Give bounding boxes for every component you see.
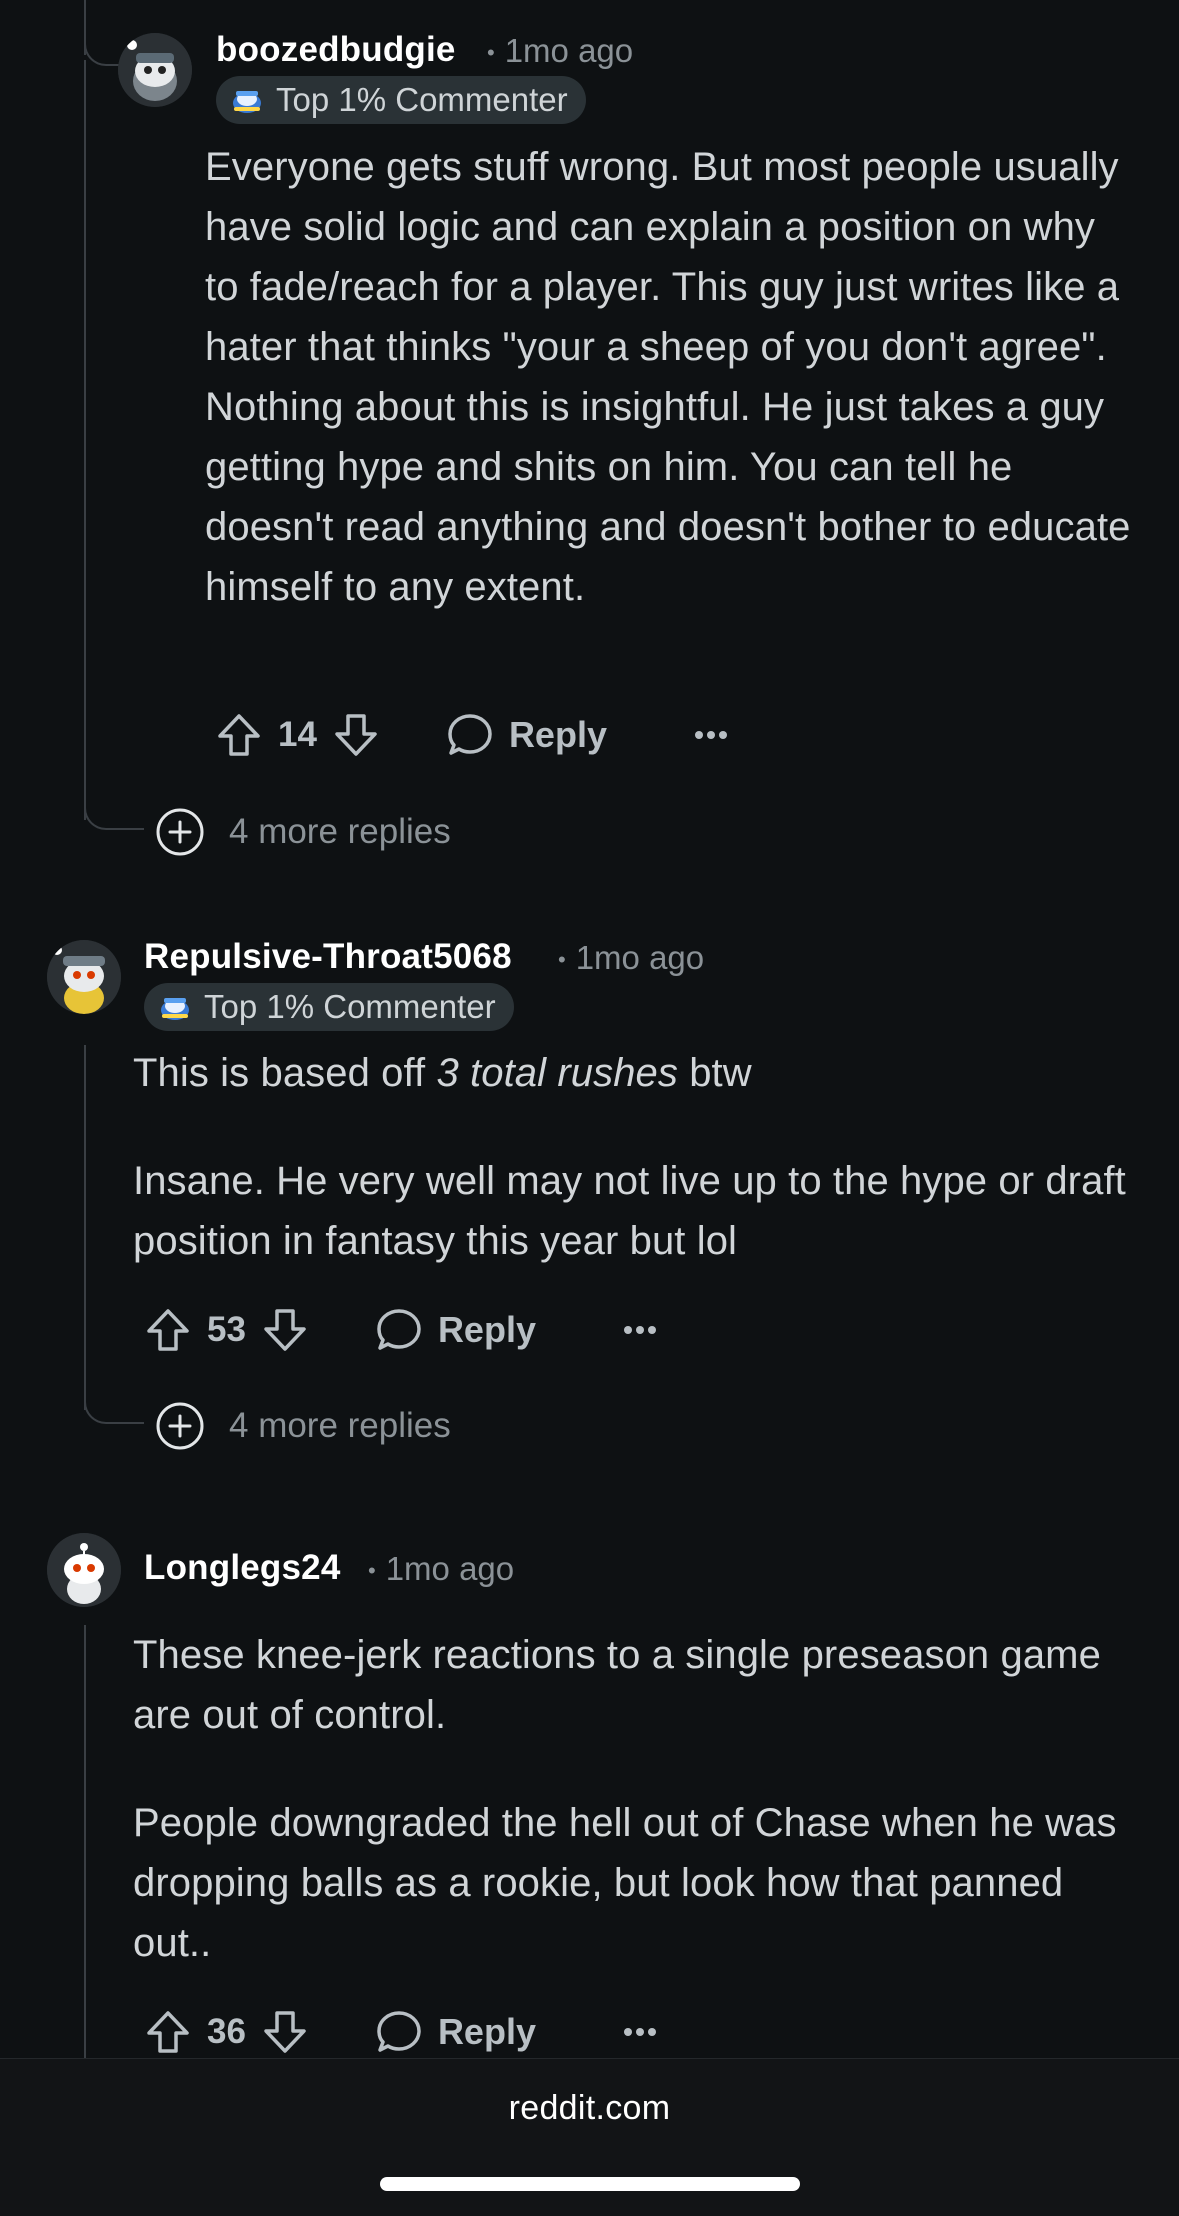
comment-timestamp: • 1mo ago	[354, 1550, 514, 1588]
comment-actions: 14 Reply	[214, 705, 729, 765]
snoo-flair-icon	[161, 998, 189, 1020]
vote-count: 36	[207, 2012, 246, 2051]
timestamp-text: 1mo ago	[575, 939, 705, 976]
comment-username[interactable]: Longlegs24	[144, 1548, 340, 1588]
comment-timestamp: • 1mo ago	[544, 939, 704, 977]
speech-bubble-icon[interactable]	[374, 1305, 424, 1355]
paragraph-spacer	[133, 1103, 1133, 1151]
snoo-avatar-icon	[47, 1533, 121, 1607]
separator-dot: •	[487, 40, 495, 66]
comment-body: Everyone gets stuff wrong. But most peop…	[205, 137, 1135, 617]
comment-username[interactable]: boozedbudgie	[216, 30, 456, 70]
separator-dot: •	[368, 1558, 376, 1584]
more-replies-button[interactable]: 4 more replies	[155, 1401, 451, 1451]
timestamp-text: 1mo ago	[504, 32, 634, 69]
comment-paragraph: Insane. He very well may not live up to …	[133, 1159, 1126, 1263]
timestamp-text: 1mo ago	[385, 1550, 515, 1587]
separator-dot: •	[558, 947, 566, 973]
comment-username[interactable]: Repulsive-Throat5068	[144, 937, 512, 977]
avatar[interactable]	[47, 1533, 121, 1607]
more-replies-label[interactable]: 4 more replies	[229, 812, 451, 852]
snoo-avatar-icon	[47, 940, 121, 1014]
comment-paragraph: These knee-jerk reactions to a single pr…	[133, 1633, 1101, 1737]
avatar[interactable]	[118, 33, 192, 107]
flair-label: Top 1% Commenter	[204, 988, 496, 1025]
reply-button[interactable]: Reply	[438, 2011, 536, 2053]
plus-circle-icon[interactable]	[155, 807, 205, 857]
user-flair: Top 1% Commenter	[144, 983, 514, 1031]
comment-paragraph: Everyone gets stuff wrong. But most peop…	[205, 145, 1131, 609]
snoo-avatar-icon	[118, 33, 192, 107]
comment-actions: 53 Reply	[143, 1300, 658, 1360]
comment-paragraph: This is based off 3 total rushes btw	[133, 1043, 1133, 1103]
reply-button[interactable]: Reply	[438, 1309, 536, 1351]
ellipsis-icon[interactable]	[622, 2026, 658, 2038]
downvote-arrow-icon[interactable]	[260, 1305, 310, 1355]
vote-count: 53	[207, 1310, 246, 1349]
text-run: btw	[678, 1051, 752, 1095]
user-flair: Top 1% Commenter	[216, 76, 586, 124]
thread-line	[84, 1625, 86, 2058]
upvote-arrow-icon[interactable]	[143, 2007, 193, 2057]
paragraph-spacer	[133, 1745, 1133, 1793]
flair-label: Top 1% Commenter	[276, 81, 568, 118]
plus-circle-icon[interactable]	[155, 1401, 205, 1451]
home-indicator[interactable]	[380, 2177, 800, 2191]
comment-timestamp: • 1mo ago	[473, 32, 633, 70]
avatar[interactable]	[47, 940, 121, 1014]
thread-line	[84, 1045, 86, 1410]
comment-body: These knee-jerk reactions to a single pr…	[133, 1625, 1133, 1973]
comment-actions: 36 Reply	[143, 2002, 658, 2062]
url-domain[interactable]: reddit.com	[0, 2089, 1179, 2128]
thread-connector	[84, 1384, 144, 1424]
downvote-arrow-icon[interactable]	[331, 710, 381, 760]
thread-connector	[84, 790, 144, 830]
italic-text: 3 total rushes	[436, 1051, 678, 1095]
upvote-arrow-icon[interactable]	[143, 1305, 193, 1355]
ellipsis-icon[interactable]	[622, 1324, 658, 1336]
speech-bubble-icon[interactable]	[445, 710, 495, 760]
text-run: This is based off	[133, 1051, 437, 1095]
ellipsis-icon[interactable]	[693, 729, 729, 741]
downvote-arrow-icon[interactable]	[260, 2007, 310, 2057]
snoo-flair-icon	[233, 91, 261, 113]
comment-body: This is based off 3 total rushes btw Ins…	[133, 1043, 1133, 1271]
browser-bottom-bar: reddit.com	[0, 2058, 1179, 2216]
more-replies-label[interactable]: 4 more replies	[229, 1406, 451, 1446]
speech-bubble-icon[interactable]	[374, 2007, 424, 2057]
thread-line	[84, 60, 86, 820]
upvote-arrow-icon[interactable]	[214, 710, 264, 760]
vote-count: 14	[278, 715, 317, 754]
more-replies-button[interactable]: 4 more replies	[155, 807, 451, 857]
comment-paragraph: People downgraded the hell out of Chase …	[133, 1801, 1117, 1965]
reply-button[interactable]: Reply	[509, 714, 607, 756]
